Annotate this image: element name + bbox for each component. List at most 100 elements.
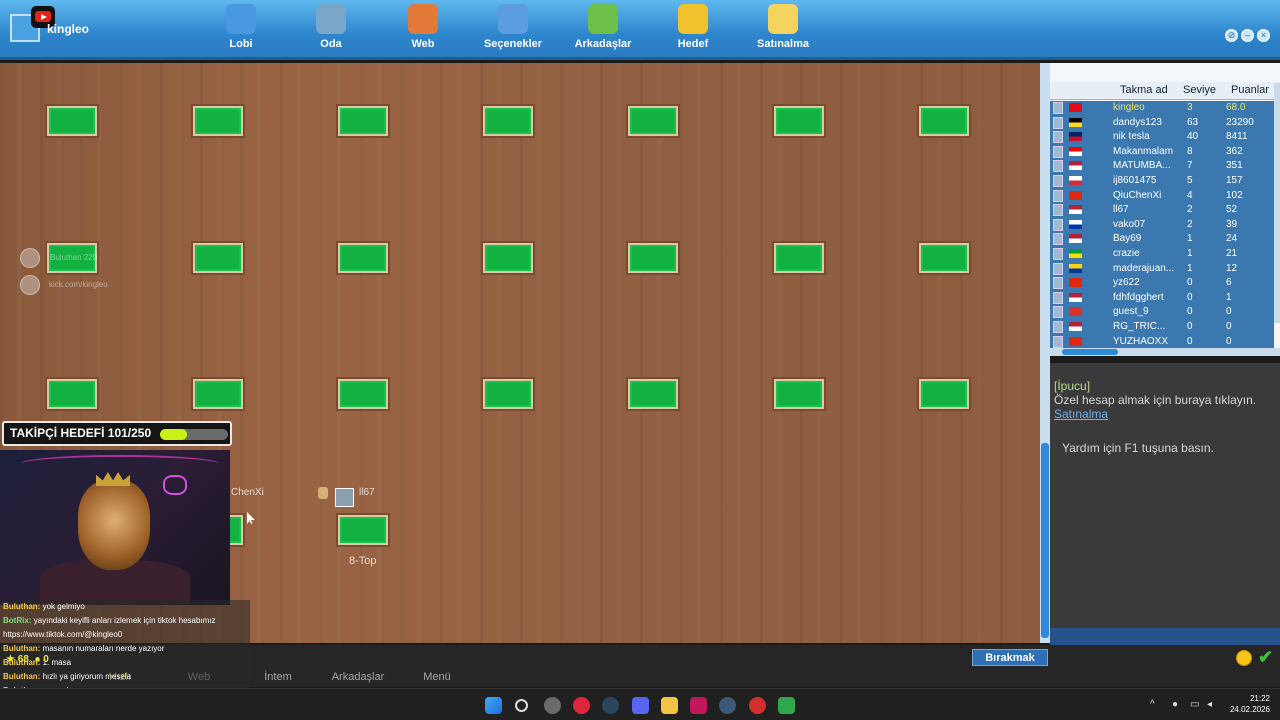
faint-avatar-icon [20,248,40,268]
player-row[interactable]: RG_TRIC... 0 0 [1050,320,1274,335]
pool-table[interactable] [338,106,388,136]
nav-web[interactable]: Web [378,4,468,56]
windows-start-icon[interactable] [485,697,502,714]
pool-table[interactable] [47,379,97,409]
network-icon[interactable]: ▭ [1190,700,1200,710]
volume-icon[interactable]: ◂ [1207,700,1217,710]
discord-icon[interactable] [632,697,649,714]
player-row[interactable]: ll67 2 52 [1050,203,1274,218]
pool-table[interactable] [193,379,243,409]
player-row[interactable]: crazie 1 21 [1050,247,1274,262]
player-row[interactable]: yz622 0 6 [1050,276,1274,291]
chat-user: Buluthan: [3,672,41,681]
nav-se-enekler[interactable]: Seçenekler [468,4,558,56]
steam-icon[interactable] [602,697,619,714]
nav-oda[interactable]: Oda [286,4,376,56]
recorder-icon[interactable] [749,697,766,714]
pool-table[interactable] [338,243,388,273]
pool-table[interactable] [628,379,678,409]
coin-icon: ● [34,654,41,665]
pool-table[interactable] [919,106,969,136]
pool-table[interactable] [193,106,243,136]
pool-table[interactable] [483,106,533,136]
player-points: 23290 [1226,116,1254,128]
follow-goal-text: TAKİPÇİ HEDEFİ 101/250 [10,426,152,440]
flag-icon [1069,248,1082,258]
pool-table[interactable] [774,243,824,273]
nav-sat-nalma[interactable]: Satınalma [738,4,828,56]
player-level: 40 [1187,131,1199,143]
pool-table[interactable] [47,106,97,136]
follow-goal-bar [160,429,228,440]
pool-table[interactable] [774,106,824,136]
check-icon[interactable]: ✔ [1258,648,1273,666]
col-points[interactable]: Puanlar [1231,84,1269,96]
player-row[interactable]: MATUMBA... 7 351 [1050,159,1274,174]
tab-2[interactable]: İntem [238,671,318,683]
pool-table[interactable] [628,106,678,136]
opera-icon[interactable] [573,697,590,714]
player-row[interactable]: maderajuan... 1 12 [1050,262,1274,277]
player-row[interactable]: vako07 2 39 [1050,218,1274,233]
clock-time: 21:22 [1249,694,1270,703]
pool-table[interactable] [193,243,243,273]
follow-goal-widget: TAKİPÇİ HEDEFİ 101/250 [2,421,232,446]
lobby-scrollbar[interactable] [1040,63,1050,643]
player-row[interactable]: guest_9 0 0 [1050,305,1274,320]
table-player-right: ll67 [359,487,375,498]
pool-game-icon[interactable] [778,697,795,714]
player-row[interactable]: Bay69 1 24 [1050,232,1274,247]
search-icon[interactable] [515,699,528,712]
close-icon[interactable]: × [1257,29,1270,42]
neon-skull-icon [163,475,187,495]
player-row[interactable]: QiuChenXi 4 102 [1050,189,1274,204]
pool-table[interactable] [919,243,969,273]
pool-table[interactable] [628,243,678,273]
pin-icon[interactable]: ⊘ [1225,29,1238,42]
chevron-up-icon[interactable]: ^ [1150,700,1160,710]
minimize-icon[interactable]: – [1241,29,1254,42]
player-row[interactable]: YUZHAOXX 0 0 [1050,335,1274,350]
tip-text[interactable]: Özel hesap almak için buraya tıklayın. [1054,393,1276,407]
leave-button[interactable]: Bırakmak [972,649,1048,666]
app-icon[interactable] [690,697,707,714]
table-game-type: 8-Top [349,555,377,567]
pool-table[interactable] [483,243,533,273]
player-list-header: Takma ad Seviye Puanlar [1050,82,1280,100]
pool-table[interactable] [483,379,533,409]
pool-table[interactable] [919,379,969,409]
steam-icon-2[interactable] [719,697,736,714]
mic-icon[interactable]: ● [1172,700,1182,710]
player-row[interactable]: kingleo 3 68.0 [1050,101,1274,116]
nav-label: Satınalma [757,38,809,50]
player-row[interactable]: ij8601475 5 157 [1050,174,1274,189]
chat-user: Buluthan: [3,644,41,653]
col-level[interactable]: Seviye [1183,84,1216,96]
player-nick: yz622 [1113,277,1140,289]
nav-lobi[interactable]: Lobi [196,4,286,56]
clock[interactable]: 21:22 24.02.2026 [1230,693,1270,715]
player-avatar-icon [1053,277,1063,290]
player-row[interactable]: fdhfdgghert 0 1 [1050,291,1274,306]
occupied-table[interactable] [338,515,388,545]
nav-hedef[interactable]: Hedef [648,4,738,56]
player-row[interactable]: dandys123 63 23290 [1050,116,1274,131]
chrome-icon[interactable] [544,697,561,714]
tab-3[interactable]: Arkadaşlar [318,671,398,683]
player-avatar-icon [1053,102,1063,114]
nav-arkada-lar[interactable]: Arkadaşlar [558,4,648,56]
purchase-link[interactable]: Satınalma [1054,407,1276,421]
player-list-hscrollbar[interactable] [1050,348,1280,356]
username: kingleo [47,22,90,36]
player-row[interactable]: nik tesla 40 8411 [1050,130,1274,145]
tab-4[interactable]: Menü [397,671,477,683]
player-list-scrollbar[interactable] [1274,83,1280,323]
smiley-icon[interactable] [1236,650,1252,666]
pool-table[interactable] [774,379,824,409]
col-nick[interactable]: Takma ad [1120,84,1168,96]
player-points: 0 [1226,306,1232,318]
player-row[interactable]: Makanmalam 8 362 [1050,145,1274,160]
file-explorer-icon[interactable] [661,697,678,714]
player-level: 0 [1187,335,1193,347]
pool-table[interactable] [338,379,388,409]
